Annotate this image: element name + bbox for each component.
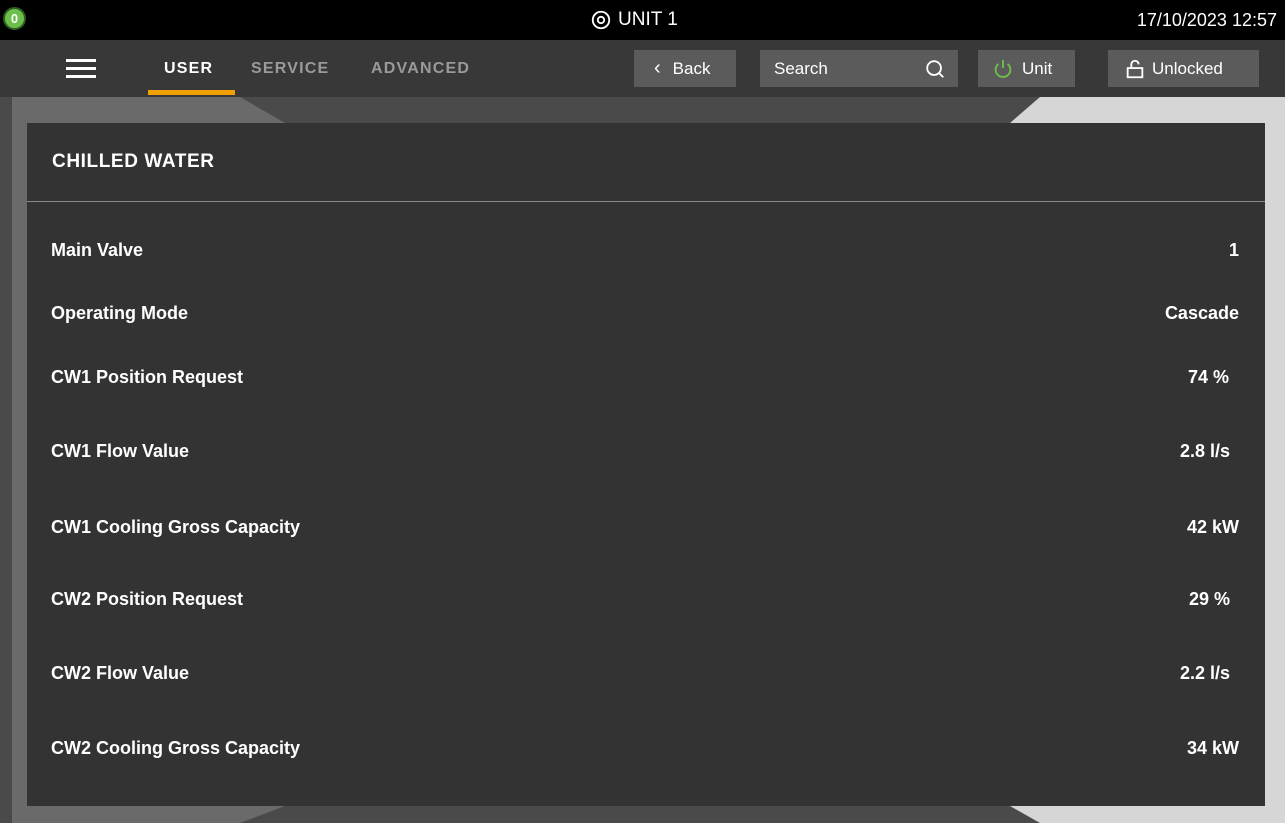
param-value: 34 kW	[1186, 738, 1239, 758]
hamburger-menu-icon[interactable]	[66, 59, 96, 79]
param-row-main-valve[interactable]: Main Valve 1	[27, 235, 1265, 265]
search-icon[interactable]	[924, 58, 946, 80]
param-value: 2.8 l/s	[1179, 441, 1230, 461]
back-label: Back	[672, 58, 711, 78]
param-row-cw1-cooling-gross-capacity[interactable]: CW1 Cooling Gross Capacity 42 kW	[27, 512, 1265, 542]
param-row-cw1-flow-value[interactable]: CW1 Flow Value 2.8 l/s	[27, 436, 1265, 466]
param-row-operating-mode[interactable]: Operating Mode Cascade	[27, 298, 1265, 328]
param-row-cw1-position-request[interactable]: CW1 Position Request 74 %	[27, 362, 1265, 392]
unit-name: UNIT 1	[618, 9, 678, 30]
lock-button[interactable]: Unlocked	[1108, 50, 1259, 87]
param-label: CW1 Position Request	[51, 367, 244, 387]
param-label: CW2 Position Request	[51, 589, 244, 609]
lock-label: Unlocked	[1152, 58, 1223, 78]
param-row-cw2-flow-value[interactable]: CW2 Flow Value 2.2 l/s	[27, 658, 1265, 688]
unit-label: Unit	[1022, 58, 1053, 78]
location-pin-icon	[591, 10, 611, 30]
param-label: CW1 Cooling Gross Capacity	[51, 517, 301, 537]
panel-title: CHILLED WATER	[52, 151, 215, 172]
tab-user[interactable]: USER	[164, 40, 213, 97]
param-value: 2.2 l/s	[1179, 663, 1230, 683]
unlocked-padlock-icon	[1126, 59, 1144, 78]
unit-power-button[interactable]: Unit	[978, 50, 1075, 87]
nav-bar: USER SERVICE ADVANCED ‹ Back Search Unit…	[0, 40, 1285, 97]
param-label: CW2 Flow Value	[51, 663, 190, 683]
power-icon	[994, 59, 1012, 78]
param-row-cw2-cooling-gross-capacity[interactable]: CW2 Cooling Gross Capacity 34 kW	[27, 733, 1265, 763]
param-value: 42 kW	[1186, 517, 1239, 537]
search-label: Search	[774, 58, 828, 78]
param-value: 74 %	[1187, 367, 1229, 387]
alarm-count-badge[interactable]: 0	[3, 7, 26, 30]
search-input[interactable]: Search	[760, 50, 958, 87]
datetime: 17/10/2023 12:57	[1136, 9, 1277, 30]
param-label: CW2 Cooling Gross Capacity	[51, 738, 301, 758]
param-label: CW1 Flow Value	[51, 441, 190, 461]
param-value: Cascade	[1164, 303, 1239, 323]
back-button[interactable]: ‹ Back	[634, 50, 736, 87]
divider	[27, 201, 1265, 202]
status-bar: 0 UNIT 1 17/10/2023 12:57	[0, 0, 1285, 40]
param-value: 1	[1228, 240, 1239, 260]
unit-title: UNIT 1	[590, 0, 678, 40]
param-value: 29 %	[1188, 589, 1230, 609]
chevron-left-icon: ‹	[654, 57, 661, 79]
tab-advanced[interactable]: ADVANCED	[371, 40, 470, 97]
param-label: Operating Mode	[51, 303, 189, 323]
tab-service[interactable]: SERVICE	[251, 40, 329, 97]
active-tab-indicator	[148, 90, 235, 95]
chilled-water-panel: CHILLED WATER Main Valve 1 Operating Mod…	[27, 123, 1265, 806]
param-row-cw2-position-request[interactable]: CW2 Position Request 29 %	[27, 584, 1265, 614]
param-label: Main Valve	[51, 240, 144, 260]
